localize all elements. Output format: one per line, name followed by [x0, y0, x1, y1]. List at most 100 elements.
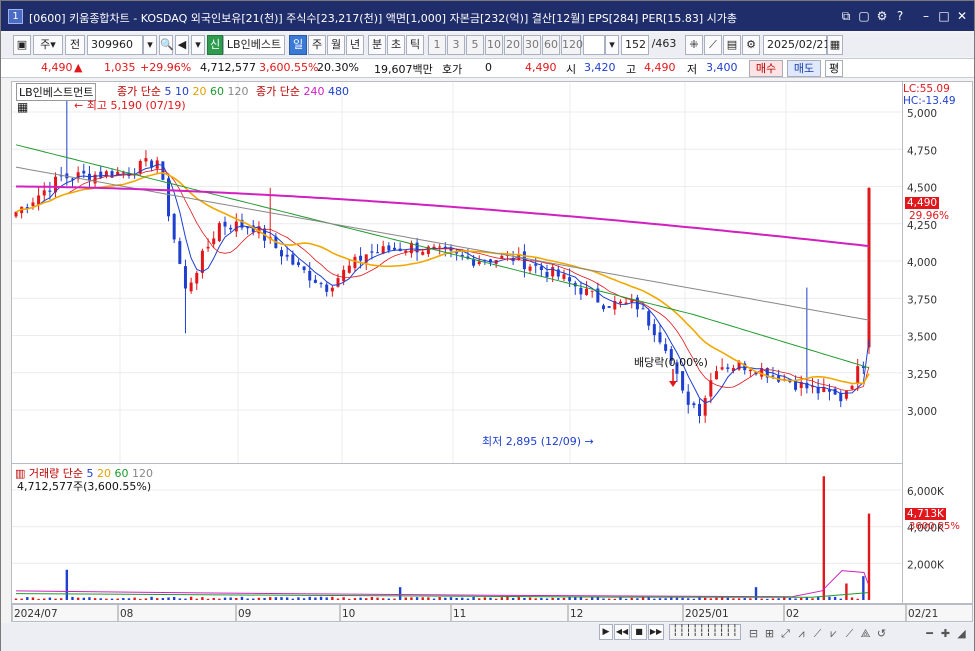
volume-chart-panel[interactable]: ▥ 거래량 단순 5 20 60 120 4,712,577주(3,600.55…: [11, 464, 903, 604]
volume-bar: [291, 598, 295, 600]
candle-body: [376, 252, 380, 254]
volume-bar: [624, 598, 628, 600]
interval-60[interactable]: 60: [542, 35, 560, 55]
buy-button[interactable]: 매수: [749, 60, 783, 77]
trend-icon[interactable]: ⟋: [811, 627, 824, 640]
zoom-in-icon[interactable]: ⊞: [763, 627, 776, 640]
minus-icon[interactable]: ━: [923, 627, 936, 640]
interval-dropdown-icon[interactable]: ▾: [605, 35, 619, 55]
volume-bar: [466, 598, 470, 600]
volume-bar: [59, 598, 63, 600]
interval-5[interactable]: 5: [466, 35, 484, 55]
indicator-icon[interactable]: ⟋: [843, 627, 856, 640]
volume-bar: [506, 596, 509, 600]
layout-icon[interactable]: ▣: [13, 35, 31, 55]
up-arrow-icon: ▲: [74, 61, 83, 74]
volume-bar: [365, 598, 368, 600]
compare-icon[interactable]: ⩗: [827, 627, 840, 640]
candle-body: [280, 250, 284, 257]
volume-bar: [427, 597, 430, 600]
draw-tool-icon[interactable]: ⟋: [704, 35, 722, 55]
chart-type-icon[interactable]: ⩘: [795, 627, 808, 640]
help-icon[interactable]: ?: [893, 9, 907, 23]
volume-bar: [777, 598, 780, 600]
resize-icon[interactable]: ◢: [955, 627, 968, 640]
interval-20[interactable]: 20: [504, 35, 522, 55]
flat-button[interactable]: 평: [825, 60, 843, 77]
zoom-slider[interactable]: ┆┆┆┆┆┆┆┆┆┆: [669, 624, 741, 640]
sell-button[interactable]: 매도: [787, 60, 821, 77]
period-tab-tick[interactable]: 틱: [406, 35, 424, 55]
chart-window: 1 [0600] 키움종합차트 - KOSDAQ 외국인보유[21(천)] 주식…: [0, 0, 975, 651]
candle-body: [658, 332, 662, 343]
stop-button[interactable]: ■: [631, 624, 647, 640]
settings-icon[interactable]: ⚙: [875, 9, 889, 23]
zoom-out-icon[interactable]: ⊟: [747, 627, 760, 640]
volume-bar: [737, 598, 741, 600]
overlay-icon[interactable]: ⟁: [859, 627, 872, 640]
prev-button[interactable]: 전: [65, 35, 85, 55]
dropdown-icon[interactable]: ▾: [191, 35, 205, 55]
interval-1[interactable]: 1: [428, 35, 446, 55]
price-tick-label: 3,500: [907, 332, 937, 344]
period-tab-month[interactable]: 월: [327, 35, 345, 55]
total-count: /463: [651, 37, 677, 50]
volume-bar: [862, 576, 865, 600]
interval-3[interactable]: 3: [447, 35, 465, 55]
volume-bar: [619, 597, 622, 600]
rewind-button[interactable]: ◀◀: [614, 624, 630, 640]
period-tab-year[interactable]: 년: [346, 35, 364, 55]
candle-body: [477, 261, 481, 265]
maximize-icon[interactable]: □: [937, 9, 951, 23]
interval-120[interactable]: 120: [561, 35, 583, 55]
link-icon[interactable]: ⧉: [839, 9, 853, 23]
scroll-right-button[interactable]: ▶: [599, 624, 613, 640]
minimize-icon[interactable]: –: [919, 9, 933, 23]
volume-bar: [201, 597, 204, 600]
date-input[interactable]: 2025/02/21: [763, 35, 830, 55]
fit-icon[interactable]: ⤢: [779, 627, 792, 640]
speaker-icon[interactable]: ◀: [175, 35, 189, 55]
volume-bar: [489, 597, 492, 600]
grid-icon[interactable]: ▦: [17, 100, 28, 114]
price-chart-panel[interactable]: LB인베스트먼트 종가 단순 5 10 20 60 120 종가 단순 240 …: [11, 81, 903, 464]
restore-icon[interactable]: ▢: [857, 9, 871, 23]
count-input[interactable]: 152: [621, 35, 649, 55]
close-icon[interactable]: ✕: [955, 9, 969, 23]
period-tab-week[interactable]: 주: [308, 35, 326, 55]
period-tab-minute[interactable]: 분: [368, 35, 386, 55]
interval-30[interactable]: 30: [523, 35, 541, 55]
crosshair-icon[interactable]: ⁜: [685, 35, 703, 55]
custom-interval-input[interactable]: [583, 35, 605, 55]
search-icon[interactable]: 🔍: [159, 35, 174, 55]
period-tab-day[interactable]: 일: [289, 35, 307, 55]
save-icon[interactable]: ▤: [723, 35, 741, 55]
volume-bar: [308, 596, 311, 600]
candle-body: [528, 266, 532, 271]
volume-bar: [766, 598, 769, 600]
ma120-legend: 120: [227, 85, 249, 98]
stock-code-input[interactable]: 309960: [87, 35, 143, 55]
interval-10[interactable]: 10: [485, 35, 503, 55]
volume-bar: [280, 597, 283, 600]
volume-bar: [788, 597, 792, 600]
calendar-icon[interactable]: ▦: [827, 35, 843, 55]
volume-bar: [110, 598, 114, 600]
plus-icon[interactable]: ✚: [939, 627, 952, 640]
history-icon[interactable]: ↺: [875, 627, 888, 640]
volume-bar: [670, 597, 673, 600]
volume-bar: [709, 598, 713, 600]
bottom-controls: ▶ ◀◀ ■ ▶▶ ┆┆┆┆┆┆┆┆┆┆ ⊟ ⊞ ⤢ ⩘ ⟋ ⩗ ⟋ ⟁ ↺ ━…: [1, 623, 974, 651]
volume-bar: [822, 476, 826, 600]
window-index-badge[interactable]: 1: [8, 9, 23, 24]
gear-icon[interactable]: ⚙: [742, 35, 760, 55]
fast-forward-button[interactable]: ▶▶: [648, 624, 664, 640]
period-tab-second[interactable]: 초: [387, 35, 405, 55]
code-dropdown-icon[interactable]: ▾: [143, 35, 157, 55]
ma240-legend: 240: [303, 85, 325, 98]
right-price-scale[interactable]: 5,000 4,750 4,500 4,250 4,000 3,750 3,500 3,250…: [903, 81, 973, 604]
candle-body: [856, 366, 860, 384]
market-select[interactable]: 주▾: [33, 35, 63, 55]
volume-bar: [353, 598, 357, 600]
volume-bar: [760, 598, 763, 600]
